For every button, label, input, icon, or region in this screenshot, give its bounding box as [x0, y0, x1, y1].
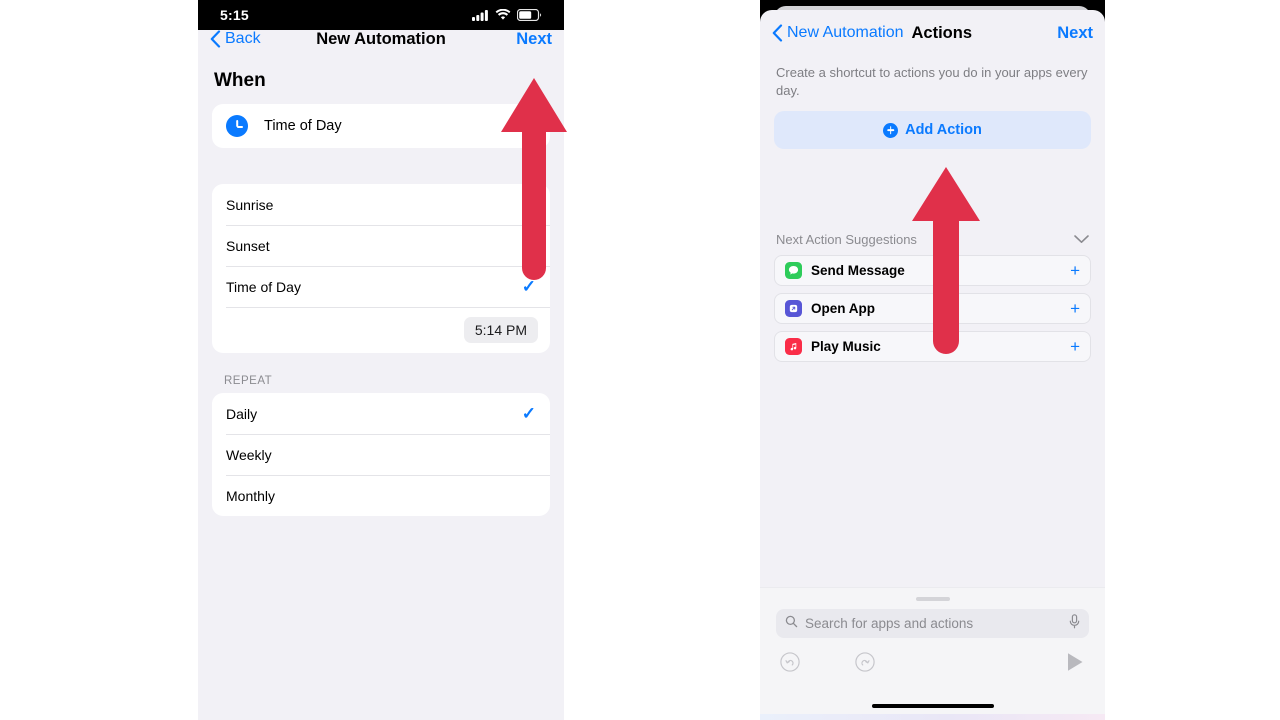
bottom-gradient-strip — [760, 714, 1105, 720]
automation-sheet: Back New Automation Next When Time of Da… — [198, 16, 564, 720]
status-bar-icons — [472, 9, 542, 21]
bottom-search-sheet: Search for apps and actions — [760, 587, 1105, 720]
description-text: Create a shortcut to actions you do in y… — [776, 65, 1088, 98]
suggestion-row-send-message[interactable]: Send Message + — [774, 255, 1091, 287]
option-label: Sunrise — [226, 196, 274, 213]
checkmark-icon: ✓ — [521, 404, 536, 423]
repeat-group-label: REPEAT — [224, 375, 273, 387]
add-suggestion-icon[interactable]: + — [1070, 300, 1080, 317]
editor-toolbar — [760, 642, 1105, 686]
repeat-label: Daily — [226, 405, 258, 422]
sheet-grabber-handle[interactable] — [915, 597, 950, 601]
trigger-options-card: Sunrise Sunset Time of Day ✓ 5:14 PM — [212, 184, 550, 353]
battery-icon — [517, 9, 542, 21]
back-button[interactable]: New Automation — [772, 24, 904, 42]
wifi-icon — [495, 9, 511, 20]
suggestion-label: Play Music — [811, 339, 881, 355]
repeat-row-weekly[interactable]: Weekly — [212, 434, 550, 475]
chevron-left-icon — [772, 24, 783, 42]
repeat-label: Weekly — [226, 446, 272, 463]
repeat-options-card: Daily ✓ Weekly Monthly — [212, 393, 550, 516]
search-bar[interactable]: Search for apps and actions — [776, 609, 1089, 638]
time-picker-row[interactable]: 5:14 PM — [212, 307, 550, 353]
add-suggestion-icon[interactable]: + — [1070, 262, 1080, 279]
next-action-suggestions-header[interactable]: Next Action Suggestions — [776, 232, 1089, 247]
suggestions-header-label: Next Action Suggestions — [776, 232, 917, 248]
next-button[interactable]: Next — [516, 30, 552, 49]
back-button-label: New Automation — [787, 24, 904, 41]
right-phone-screenshot: New Automation Actions Next Create a sho… — [760, 0, 1105, 720]
repeat-label: Monthly — [226, 487, 276, 504]
messages-app-icon — [785, 262, 802, 280]
trigger-row-time-of-day[interactable]: Time of Day — [212, 104, 550, 148]
checkmark-icon: ✓ — [521, 277, 536, 296]
shortcuts-app-icon — [785, 300, 802, 318]
add-suggestion-icon[interactable]: + — [1070, 338, 1080, 355]
back-button[interactable]: Back — [210, 30, 261, 48]
left-phone-screenshot: 5:15 Back New Automation Next When Time … — [198, 0, 564, 720]
repeat-row-daily[interactable]: Daily ✓ — [212, 393, 550, 434]
play-icon[interactable] — [1065, 651, 1085, 678]
selected-time-chip[interactable]: 5:14 PM — [463, 317, 538, 343]
next-button[interactable]: Next — [1057, 24, 1093, 43]
suggestion-row-open-app[interactable]: Open App + — [774, 293, 1091, 325]
option-row-sunrise[interactable]: Sunrise — [212, 184, 550, 225]
when-heading: When — [214, 70, 266, 91]
suggestion-row-play-music[interactable]: Play Music + — [774, 331, 1091, 363]
repeat-row-monthly[interactable]: Monthly — [212, 475, 550, 516]
search-input[interactable]: Search for apps and actions — [805, 616, 1062, 631]
music-app-icon — [785, 338, 802, 356]
option-label: Sunset — [226, 237, 270, 254]
cellular-signal-icon — [472, 10, 488, 21]
status-bar-time: 5:15 — [220, 7, 249, 23]
back-button-label: Back — [225, 30, 261, 47]
option-label: Time of Day — [226, 278, 301, 295]
microphone-icon[interactable] — [1069, 613, 1080, 634]
option-row-time-of-day[interactable]: Time of Day ✓ — [212, 266, 550, 307]
plus-circle-icon — [883, 122, 899, 138]
trigger-card: Time of Day — [212, 104, 550, 148]
suggestion-label: Open App — [811, 301, 875, 317]
trigger-row-label: Time of Day — [264, 118, 342, 134]
navigation-bar: New Automation Actions Next — [760, 10, 1105, 56]
home-indicator — [871, 703, 994, 708]
suggestion-label: Send Message — [811, 263, 905, 279]
actions-sheet: New Automation Actions Next Create a sho… — [760, 10, 1105, 720]
add-action-label: Add Action — [905, 122, 982, 139]
chevron-left-icon — [210, 30, 221, 48]
search-icon — [785, 615, 798, 633]
chevron-down-icon[interactable] — [1074, 232, 1089, 247]
option-row-sunset[interactable]: Sunset — [212, 225, 550, 266]
undo-icon[interactable] — [780, 651, 800, 677]
page-title: Actions — [911, 23, 973, 42]
status-bar: 5:15 — [198, 0, 564, 30]
clock-icon — [226, 115, 248, 137]
redo-icon[interactable] — [855, 651, 875, 677]
add-action-button[interactable]: Add Action — [774, 111, 1091, 150]
